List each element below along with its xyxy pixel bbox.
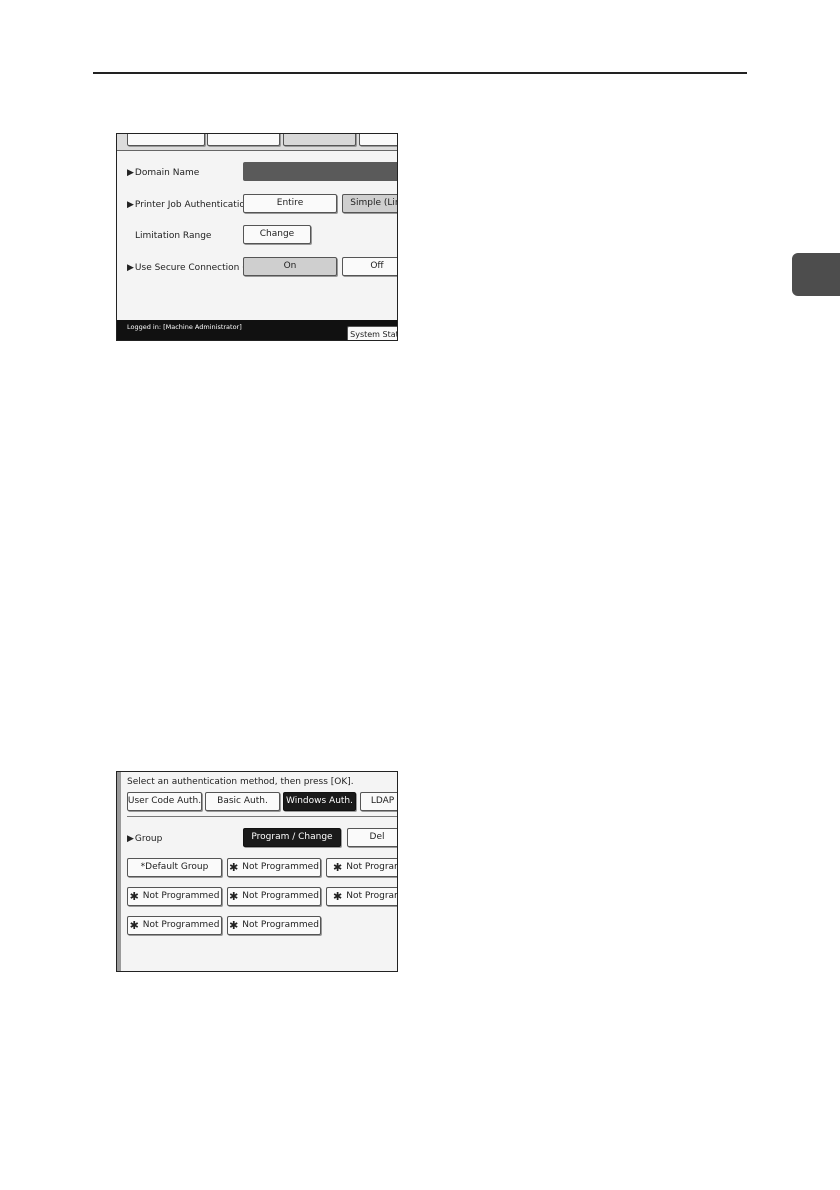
group-default[interactable]: *Default Group — [127, 858, 222, 877]
tab-basic-auth[interactable]: Basic Auth. — [205, 792, 280, 811]
group-slot[interactable]: ✱Not Programm — [326, 858, 397, 877]
group-slot[interactable]: ✱ Not Programmed — [227, 916, 321, 935]
tab-windows-auth[interactable] — [283, 134, 356, 146]
simple-limitation-button[interactable]: Simple (Lim — [342, 194, 397, 213]
domain-name-field[interactable] — [243, 162, 397, 181]
group-slot[interactable]: ✱Not Programm — [326, 887, 397, 906]
tab-user-code-auth[interactable]: User Code Auth. — [127, 792, 202, 811]
tab-windows-auth[interactable]: Windows Auth. — [283, 792, 356, 811]
asterisk-icon: ✱ — [229, 919, 239, 932]
group-slot[interactable]: ✱ Not Programmed — [227, 858, 321, 877]
change-button[interactable]: Change — [243, 225, 311, 244]
windows-auth-group-screen: Select an authentication method, then pr… — [116, 771, 398, 972]
tab-ldap-auth[interactable] — [359, 134, 397, 146]
chapter-tab — [792, 253, 840, 296]
limitation-range-label: Limitation Range — [135, 231, 212, 241]
tab-user-code-auth[interactable] — [127, 134, 205, 146]
delete-button[interactable]: Del — [347, 828, 397, 847]
ssl-off-button[interactable]: Off — [342, 257, 397, 276]
group-slot[interactable]: ✱ Not Programmed — [227, 887, 321, 906]
printer-job-auth-label: ▶Printer Job Authentication — [127, 200, 251, 210]
program-change-button[interactable]: Program / Change — [243, 828, 341, 847]
windows-auth-settings-screen: ▶Domain Name ▶Printer Job Authentication… — [116, 133, 398, 341]
system-status-button[interactable]: System Statu — [347, 326, 397, 340]
header-rule — [93, 72, 747, 74]
asterisk-icon: ✱ — [129, 890, 139, 903]
instruction-text: Select an authentication method, then pr… — [127, 777, 354, 787]
group-slot[interactable]: ✱ Not Programmed — [127, 916, 222, 935]
asterisk-icon: ✱ — [229, 890, 239, 903]
entire-button[interactable]: Entire — [243, 194, 337, 213]
domain-name-label: ▶Domain Name — [127, 168, 200, 178]
group-label: ▶Group — [127, 834, 163, 844]
asterisk-icon: ✱ — [229, 861, 239, 874]
tab-basic-auth[interactable] — [207, 134, 280, 146]
ssl-on-button[interactable]: On — [243, 257, 337, 276]
group-name: *Default Group — [140, 862, 209, 872]
left-edge-bar — [117, 772, 121, 971]
divider — [127, 816, 397, 817]
asterisk-icon: ✱ — [333, 890, 343, 903]
asterisk-icon: ✱ — [129, 919, 139, 932]
group-slot[interactable]: ✱ Not Programmed — [127, 887, 222, 906]
logged-in-text: Logged in: [Machine Administrator] — [127, 323, 242, 331]
tab-ldap-auth[interactable]: LDAP — [360, 792, 397, 811]
asterisk-icon: ✱ — [333, 861, 343, 874]
